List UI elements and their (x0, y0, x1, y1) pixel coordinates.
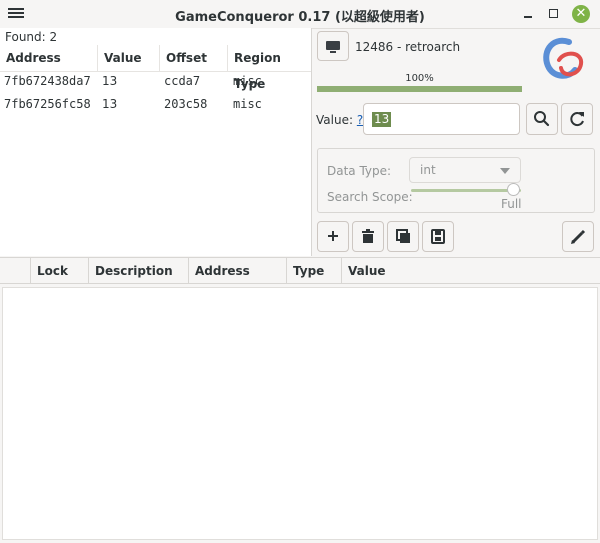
scan-progress-bar (317, 86, 522, 92)
plus-icon (328, 231, 338, 241)
data-type-label: Data Type: (327, 164, 392, 178)
column-header-type[interactable]: Type (287, 258, 342, 284)
result-offset: ccda7 (164, 74, 201, 88)
close-icon: ✕ (575, 6, 587, 21)
select-process-button[interactable] (317, 31, 349, 61)
scan-button[interactable] (526, 103, 558, 135)
progress-percent: 100% (405, 73, 434, 84)
gameconqueror-logo (543, 37, 584, 79)
process-name: 12486 - retroarch (355, 40, 461, 54)
search-options: Data Type: int Search Scope: Full (317, 148, 595, 213)
column-header-address[interactable]: Address (189, 258, 287, 284)
value-input[interactable]: 13 (363, 103, 520, 135)
result-value: 13 (102, 97, 118, 111)
column-header-offset[interactable]: Offset (160, 45, 228, 71)
computer-icon (326, 41, 340, 50)
save-button[interactable] (422, 221, 454, 252)
result-row[interactable]: 7fb67256fc58 13 203c58 misc (0, 95, 311, 115)
column-header-value[interactable]: Value (98, 45, 160, 71)
value-input-text: 13 (372, 112, 392, 127)
delete-button[interactable] (352, 221, 384, 252)
progress-fill (317, 86, 522, 92)
value-label: Value: ? (316, 113, 364, 127)
column-header-description[interactable]: Description (89, 258, 189, 284)
maximize-icon (549, 9, 558, 18)
result-address: 7fb67256fc58 (4, 97, 91, 111)
search-icon (534, 111, 550, 127)
add-cheat-button[interactable] (317, 221, 349, 252)
column-header-value[interactable]: Value (342, 258, 600, 284)
search-scope-slider[interactable] (411, 189, 521, 192)
title-bar: GameConqueror 0.17 (以超級使用者) ✕ (0, 0, 600, 29)
control-pane: 12486 - retroarch 100% Value: ? 13 Data … (312, 28, 600, 256)
data-type-select[interactable]: int (409, 157, 521, 183)
result-value: 13 (102, 74, 118, 88)
chevron-down-icon (500, 168, 510, 174)
result-row[interactable]: 7fb672438da7 13 ccda7 misc (0, 72, 311, 92)
pencil-icon (571, 229, 586, 244)
search-scope-value: Full (501, 197, 522, 211)
window-title: GameConqueror 0.17 (以超級使用者) (175, 10, 425, 25)
save-icon (431, 229, 445, 244)
copy-button[interactable] (387, 221, 419, 252)
maximize-button[interactable] (545, 5, 563, 23)
reset-button[interactable] (561, 103, 593, 135)
trash-icon (362, 229, 374, 243)
column-header-address[interactable]: Address (0, 45, 98, 71)
result-region-type: misc (233, 97, 262, 111)
minimize-icon (524, 16, 532, 18)
result-region-type: misc (233, 74, 262, 88)
result-offset: 203c58 (164, 97, 208, 111)
minimize-button[interactable] (519, 5, 537, 23)
close-button[interactable]: ✕ (572, 5, 590, 23)
search-scope-label: Search Scope: (327, 190, 413, 204)
found-count: Found: 2 (5, 30, 58, 44)
results-header: Address Value Offset Region Type (0, 45, 311, 91)
column-header-lock[interactable]: Lock (31, 258, 89, 284)
edit-button[interactable] (562, 221, 594, 252)
results-pane: Found: 2 Address Value Offset Region Typ… (0, 28, 312, 256)
refresh-icon (570, 112, 584, 127)
column-header-blank (0, 258, 31, 284)
copy-icon (396, 229, 410, 243)
cheat-list-header: Lock Description Address Type Value (0, 257, 600, 284)
cheat-list[interactable] (2, 287, 598, 540)
result-address: 7fb672438da7 (4, 74, 91, 88)
column-header-region-type[interactable]: Region Type (228, 45, 311, 91)
search-scope-handle[interactable] (507, 183, 520, 196)
